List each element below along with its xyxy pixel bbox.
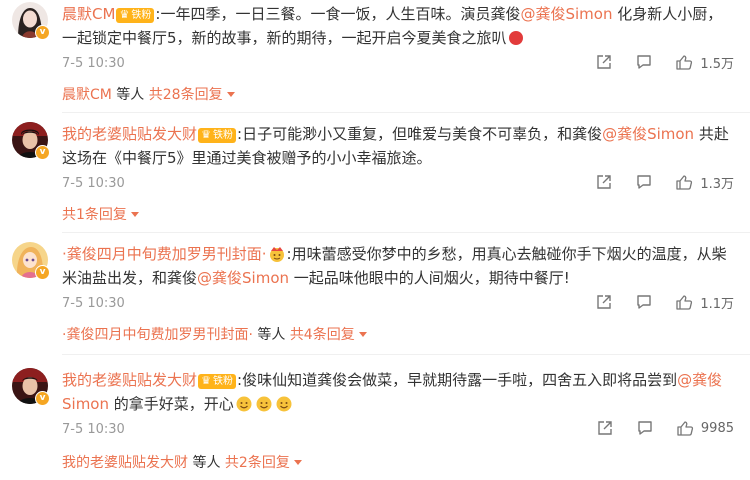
comment-time: 7-5 10:30 [62, 422, 125, 437]
mention-link[interactable]: @龚俊Simon [197, 269, 289, 287]
reply-connector: 等人 [188, 455, 225, 471]
happy-emoji-icon [276, 396, 292, 412]
mention-link[interactable]: @龚俊Simon [602, 125, 694, 143]
share-icon [597, 295, 612, 309]
comment-text: 我的老婆贴贴发大财 ♛ 铁粉:俊味仙知道龚俊会做菜，早就期待露一手啦，四舍五入即将品… [62, 368, 734, 416]
fan-badge: ♛ 铁粉 [198, 128, 237, 143]
divider [62, 354, 750, 355]
divider [62, 232, 750, 233]
verified-icon: v [35, 391, 50, 406]
reply-connector: 等人 [111, 87, 149, 103]
caret-down-icon [293, 460, 302, 465]
share-icon [598, 421, 612, 435]
like-button[interactable]: 1.1万 [675, 293, 734, 312]
comment-time: 7-5 10:30 [62, 296, 125, 311]
thumbs-up-icon [676, 295, 693, 310]
happy-emoji-icon [256, 396, 272, 412]
share-button[interactable] [595, 293, 613, 311]
comment-username[interactable]: 我的老婆贴贴发大财 [62, 125, 197, 143]
happy-emoji-icon [236, 396, 252, 412]
crown-icon: ♛ [201, 128, 211, 141]
fan-badge: ♛ 铁粉 [116, 8, 155, 23]
avatar[interactable]: v [12, 2, 50, 40]
comment-time: 7-5 10:30 [62, 56, 125, 71]
like-button[interactable]: 9985 [676, 419, 734, 437]
reply-connector: 等人 [252, 327, 290, 343]
share-button[interactable] [596, 419, 614, 437]
comment-icon [637, 55, 652, 69]
comment-body-text: :日子可能渺小又重复，但唯爱与美食不可辜负，和龚俊 [237, 125, 603, 143]
comment-actions: 1.1万 [573, 292, 734, 312]
reply-summary[interactable]: 晨默CM 等人 共28条回复 [62, 84, 235, 104]
comment-body-text: 一起品味他眼中的人间烟火，期待中餐厅! [289, 269, 570, 287]
reply-count[interactable]: 共4条回复 [290, 327, 355, 343]
avatar[interactable]: v [12, 122, 50, 160]
crown-icon: ♛ [119, 8, 130, 21]
comment-text: 晨默CM ♛ 铁粉:一年四季，一日三餐。一食一饭，人生百味。演员龚俊@龚俊Simon… [62, 2, 734, 50]
reply-summary[interactable]: 共1条回复 [62, 204, 139, 224]
comment-body-text: :一年四季，一日三餐。一食一饭，人生百味。演员龚俊 [155, 5, 521, 23]
thumbs-up-icon [677, 421, 693, 436]
verified-icon: v [35, 145, 50, 160]
fan-badge: ♛ 铁粉 [198, 374, 237, 389]
like-count: 1.3万 [700, 176, 734, 192]
comment-time: 7-5 10:30 [62, 176, 125, 191]
comment-username[interactable]: ·龚俊四月中旬费加罗男刊封面· [62, 245, 267, 263]
mention-link[interactable]: @龚俊Simon [520, 5, 612, 23]
fan-badge-label: 铁粉 [213, 130, 234, 141]
reply-count[interactable]: 共28条回复 [149, 87, 223, 103]
like-button[interactable]: 1.3万 [675, 173, 734, 192]
share-icon [597, 175, 612, 189]
comment-icon [637, 175, 652, 189]
comment-text: ·龚俊四月中旬费加罗男刊封面·:用味蕾感受你梦中的乡愁，用真心去触碰你手下烟火的… [62, 242, 734, 290]
crown-icon: ♛ [201, 374, 211, 387]
like-count: 9985 [700, 420, 734, 436]
comment-actions: 9985 [574, 418, 734, 438]
reply-summary[interactable]: 我的老婆贴贴发大财 等人 共2条回复 [62, 452, 302, 472]
reply-summary[interactable]: ·龚俊四月中旬费加罗男刊封面· 等人 共4条回复 [62, 324, 367, 344]
fan-emoji-icon [269, 247, 284, 262]
comment-username[interactable]: 晨默CM [62, 5, 115, 23]
comment-text: 我的老婆贴贴发大财 ♛ 铁粉:日子可能渺小又重复，但唯爱与美食不可辜负，和龚俊@龚俊… [62, 122, 734, 170]
fan-badge-label: 铁粉 [213, 376, 234, 387]
comment-button[interactable] [635, 53, 653, 71]
comment-button[interactable] [635, 173, 653, 191]
comment-username[interactable]: 我的老婆贴贴发大财 [62, 371, 197, 389]
share-icon [597, 55, 612, 69]
reply-count[interactable]: 共2条回复 [225, 455, 290, 471]
caret-down-icon [130, 212, 139, 217]
divider [62, 112, 750, 113]
reply-username[interactable]: 我的老婆贴贴发大财 [62, 455, 188, 471]
reply-username[interactable]: ·龚俊四月中旬费加罗男刊封面· [62, 327, 253, 343]
like-button[interactable]: 1.5万 [675, 53, 734, 72]
share-button[interactable] [595, 53, 613, 71]
like-count: 1.5万 [700, 56, 734, 72]
fan-badge-label: 铁粉 [131, 10, 152, 21]
caret-down-icon [358, 332, 367, 337]
share-button[interactable] [595, 173, 613, 191]
avatar[interactable]: v [12, 368, 50, 406]
comment-button[interactable] [635, 293, 653, 311]
caret-down-icon [226, 92, 235, 97]
thumbs-up-icon [676, 55, 693, 70]
comment-body-text: :俊味仙知道龚俊会做菜，早就期待露一手啦，四舍五入即将品尝到 [237, 371, 678, 389]
avatar[interactable]: v [12, 242, 50, 280]
comment-icon [637, 295, 652, 309]
comment-button[interactable] [636, 419, 654, 437]
comment-body-text: 的拿手好菜，开心 [109, 395, 234, 413]
comment-actions: 1.3万 [573, 172, 734, 192]
thumbs-up-icon [676, 175, 693, 190]
reply-count[interactable]: 共1条回复 [62, 207, 127, 223]
comment-icon [638, 421, 652, 435]
verified-icon: v [35, 265, 50, 280]
flower-emoji-icon [508, 31, 523, 45]
like-count: 1.1万 [700, 296, 734, 312]
comment-actions: 1.5万 [573, 52, 734, 72]
verified-icon: v [35, 25, 50, 40]
reply-username[interactable]: 晨默CM [62, 87, 112, 103]
